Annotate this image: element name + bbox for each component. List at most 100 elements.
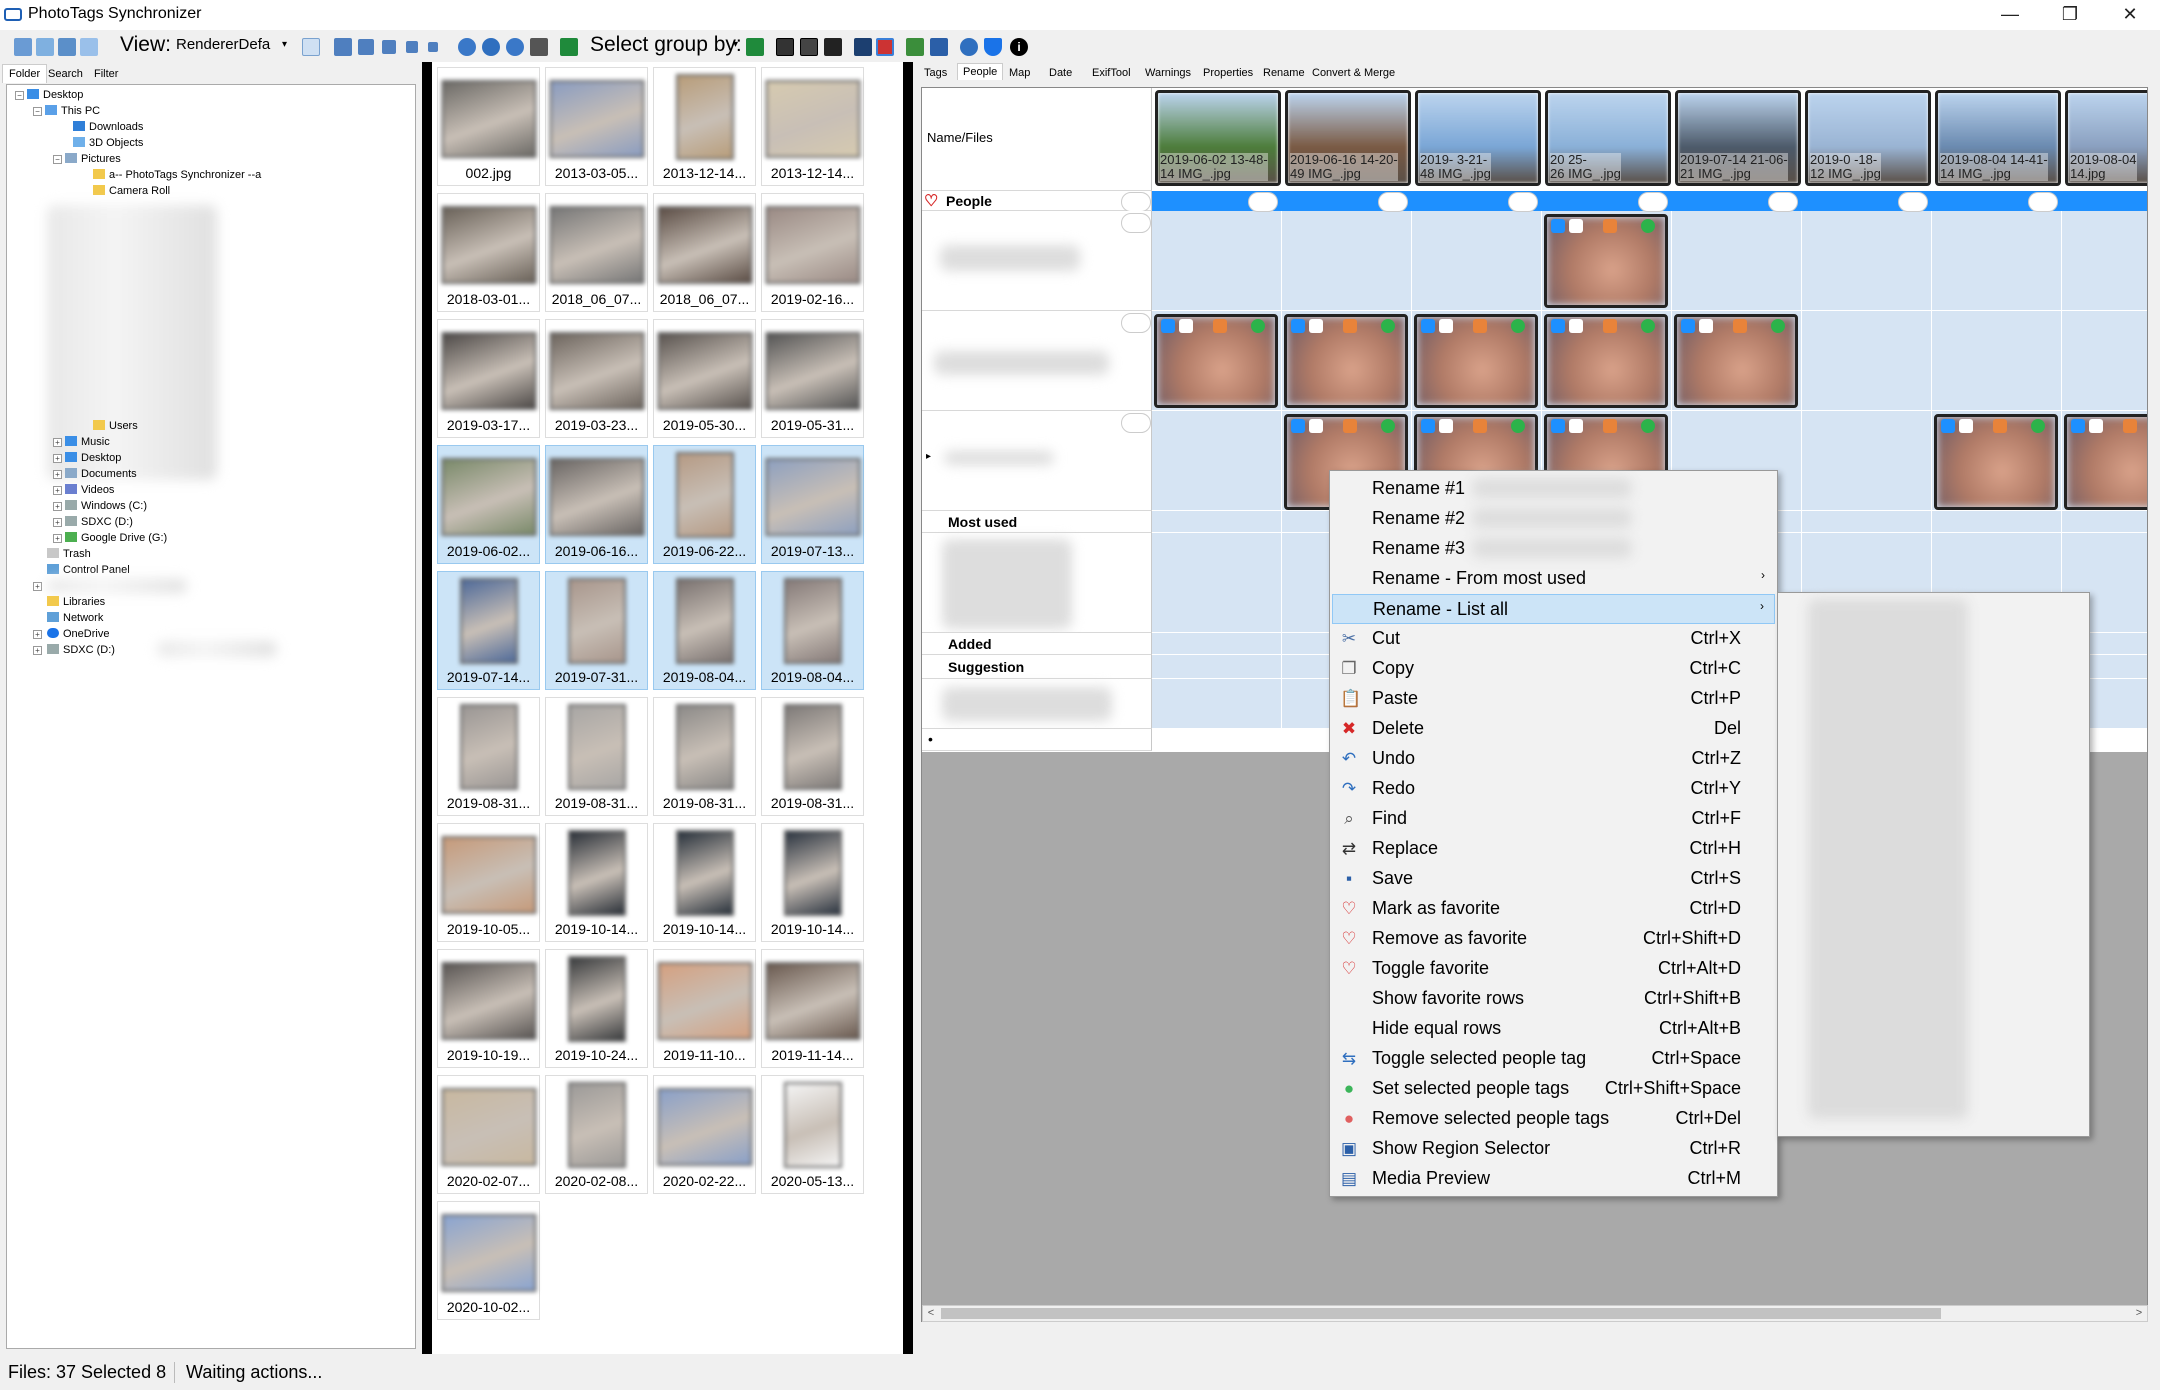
grid-cell[interactable] bbox=[1152, 533, 1282, 633]
heart-icon[interactable]: ♡ bbox=[924, 191, 938, 211]
menu-item-toggle-favorite[interactable]: ♡ Toggle favorite Ctrl+Alt+D bbox=[1332, 954, 1775, 984]
thumb-size-icon-1[interactable] bbox=[334, 38, 352, 56]
grid-cell[interactable] bbox=[1152, 211, 1282, 311]
map-icon[interactable] bbox=[906, 38, 924, 56]
layout-icon-4[interactable] bbox=[80, 38, 98, 56]
media-icon[interactable] bbox=[530, 38, 548, 56]
tree-node[interactable]: Windows (C:) bbox=[65, 499, 147, 513]
menu-item-remove-as-favorite[interactable]: ♡ Remove as favorite Ctrl+Shift+D bbox=[1332, 924, 1775, 954]
layout-icon-2[interactable] bbox=[36, 38, 54, 56]
menu-item-rename-list-all[interactable]: Rename - List all › bbox=[1332, 594, 1775, 624]
collapse-icon[interactable]: − bbox=[53, 155, 62, 164]
thumbnail-item[interactable]: 2019-10-19... bbox=[437, 949, 540, 1068]
menu-item-set-selected-people-tags[interactable]: ● Set selected people tags Ctrl+Shift+Spac… bbox=[1332, 1074, 1775, 1104]
menu-item-copy[interactable]: ❐ Copy Ctrl+C bbox=[1332, 654, 1775, 684]
grid-cell[interactable] bbox=[1802, 311, 1932, 411]
face-region[interactable] bbox=[1934, 414, 2058, 510]
tree-node[interactable]: Downloads bbox=[73, 120, 143, 134]
face-region[interactable] bbox=[1544, 314, 1668, 408]
filter-icon[interactable] bbox=[984, 38, 1002, 56]
expand-icon[interactable]: + bbox=[53, 438, 62, 447]
menu-item-mark-as-favorite[interactable]: ♡ Mark as favorite Ctrl+D bbox=[1332, 894, 1775, 924]
thumbnail-item[interactable]: 2019-06-22... bbox=[653, 445, 756, 564]
thumbnail-item[interactable]: 2019-05-30... bbox=[653, 319, 756, 438]
toggle-switch[interactable] bbox=[1898, 192, 1928, 212]
tree-node[interactable]: Videos bbox=[65, 483, 114, 497]
thumbnail-item[interactable]: 2019-05-31... bbox=[761, 319, 864, 438]
tab-properties[interactable]: Properties bbox=[1198, 65, 1258, 81]
expand-icon[interactable]: + bbox=[53, 454, 62, 463]
thumb-size-icon-3[interactable] bbox=[382, 40, 396, 54]
close-button[interactable]: ✕ bbox=[2100, 0, 2160, 30]
tab-date[interactable]: Date bbox=[1044, 65, 1077, 81]
thumbnail-item[interactable]: 2019-06-16... bbox=[545, 445, 648, 564]
thumbnail-item[interactable]: 2013-12-14... bbox=[761, 67, 864, 186]
grid-view-icon-3[interactable] bbox=[824, 38, 842, 56]
tree-node[interactable]: Libraries bbox=[47, 595, 105, 609]
face-region[interactable] bbox=[1414, 314, 1538, 408]
file-column-header[interactable]: 2019-07-14 21-06- 21 IMG_.jpg bbox=[1675, 90, 1801, 186]
face-region[interactable] bbox=[1674, 314, 1798, 408]
thumbnail-item[interactable]: 2019-10-14... bbox=[653, 823, 756, 942]
face-region[interactable] bbox=[1544, 214, 1668, 308]
menu-item-rename-2[interactable]: Rename #2 bbox=[1332, 504, 1775, 534]
thumbnail-item[interactable]: 2019-08-31... bbox=[761, 697, 864, 816]
thumbnail-item[interactable]: 2019-10-24... bbox=[545, 949, 648, 1068]
tab-warnings[interactable]: Warnings bbox=[1140, 65, 1196, 81]
thumbnail-item[interactable]: 2020-02-22... bbox=[653, 1075, 756, 1194]
thumbnail-item[interactable]: 2020-05-13... bbox=[761, 1075, 864, 1194]
tab-folder[interactable]: Folder bbox=[2, 64, 48, 83]
minimize-button[interactable]: — bbox=[1980, 0, 2040, 30]
thumbnail-item[interactable]: 2019-08-31... bbox=[653, 697, 756, 816]
toggle-switch[interactable] bbox=[1121, 313, 1151, 333]
reload-metadata-icon[interactable] bbox=[560, 38, 578, 56]
person-name-list[interactable] bbox=[1808, 599, 1968, 1119]
grid-cell[interactable] bbox=[1672, 211, 1802, 311]
thumbnail-item[interactable]: 2019-07-13... bbox=[761, 445, 864, 564]
grid-cell[interactable] bbox=[1152, 511, 1282, 533]
tree-node[interactable]: Trash bbox=[47, 547, 91, 561]
toggle-switch[interactable] bbox=[1508, 192, 1538, 212]
toggle-switch[interactable] bbox=[1121, 413, 1151, 433]
tab-convert-merge[interactable]: Convert & Merge bbox=[1307, 65, 1400, 81]
grid-cell[interactable] bbox=[1802, 411, 1932, 511]
grid-cell[interactable] bbox=[1932, 511, 2062, 533]
most-used-list[interactable] bbox=[922, 533, 1152, 633]
expand-icon[interactable]: + bbox=[53, 486, 62, 495]
menu-item-replace[interactable]: ⇄ Replace Ctrl+H bbox=[1332, 834, 1775, 864]
thumbnail-item[interactable]: 2019-03-23... bbox=[545, 319, 648, 438]
favorite-filter-icon[interactable] bbox=[876, 38, 894, 56]
thumbnail-item[interactable]: 2019-10-05... bbox=[437, 823, 540, 942]
layout-icon-1[interactable] bbox=[14, 38, 32, 56]
toggle-switch[interactable] bbox=[2028, 192, 2058, 212]
tree-node[interactable]: Desktop bbox=[65, 451, 121, 465]
tab-rename[interactable]: Rename bbox=[1258, 65, 1310, 81]
thumbnail-item[interactable]: 2019-08-31... bbox=[545, 697, 648, 816]
chevron-down-icon-2[interactable]: ▾ bbox=[733, 39, 738, 50]
splitter-right[interactable] bbox=[903, 62, 913, 1354]
people-row-header[interactable]: ♡ People bbox=[922, 191, 1152, 211]
grid-cell[interactable] bbox=[2062, 211, 2147, 311]
menu-item-show-region-selector[interactable]: ▣ Show Region Selector Ctrl+R bbox=[1332, 1134, 1775, 1164]
menu-item-toggle-selected-people-tag[interactable]: ⇆ Toggle selected people tag Ctrl+Space bbox=[1332, 1044, 1775, 1074]
expand-icon[interactable]: + bbox=[53, 518, 62, 527]
thumbnail-item[interactable]: 2018_06_07... bbox=[653, 193, 756, 312]
rotate-right-icon[interactable] bbox=[506, 38, 524, 56]
file-column-header[interactable]: 20 25- 26 IMG_.jpg bbox=[1545, 90, 1671, 186]
menu-item-find[interactable]: ⌕ Find Ctrl+F bbox=[1332, 804, 1775, 834]
tab-map[interactable]: Map bbox=[1004, 65, 1035, 81]
tree-node[interactable]: Control Panel bbox=[47, 563, 130, 577]
file-column-header[interactable]: 2019-08-04 14.jpg bbox=[2065, 90, 2147, 186]
grid-cell[interactable] bbox=[2062, 511, 2147, 533]
save-icon[interactable] bbox=[930, 38, 948, 56]
thumbnail-item[interactable]: 2018_06_07... bbox=[545, 193, 648, 312]
horizontal-scrollbar[interactable]: < > bbox=[922, 1305, 2148, 1322]
grid-view-icon-1[interactable] bbox=[776, 38, 794, 56]
thumbnail-item[interactable]: 2013-12-14... bbox=[653, 67, 756, 186]
grid-cell[interactable] bbox=[1152, 411, 1282, 511]
tree-node[interactable]: 3D Objects bbox=[73, 136, 143, 150]
layout-icon-3[interactable] bbox=[58, 38, 76, 56]
expand-icon[interactable]: + bbox=[33, 646, 42, 655]
file-column-header[interactable]: 2019-0 -18- 12 IMG_.jpg bbox=[1805, 90, 1931, 186]
tab-exiftool[interactable]: ExifTool bbox=[1087, 65, 1136, 81]
